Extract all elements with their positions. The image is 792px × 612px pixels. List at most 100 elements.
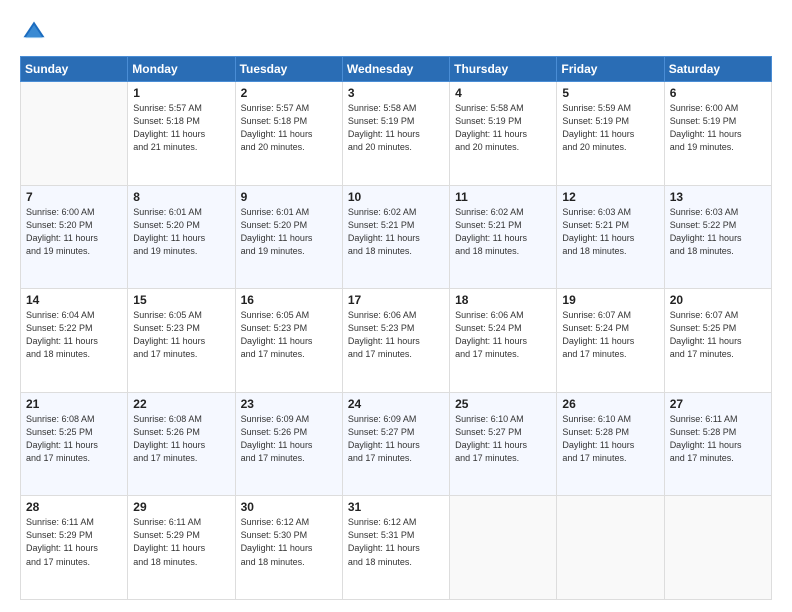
day-detail: Sunrise: 6:10 AM Sunset: 5:27 PM Dayligh… (455, 413, 551, 465)
day-detail: Sunrise: 6:06 AM Sunset: 5:23 PM Dayligh… (348, 309, 444, 361)
day-detail: Sunrise: 5:57 AM Sunset: 5:18 PM Dayligh… (133, 102, 229, 154)
day-detail: Sunrise: 6:11 AM Sunset: 5:28 PM Dayligh… (670, 413, 766, 465)
day-detail: Sunrise: 6:03 AM Sunset: 5:22 PM Dayligh… (670, 206, 766, 258)
day-detail: Sunrise: 6:11 AM Sunset: 5:29 PM Dayligh… (133, 516, 229, 568)
calendar-cell: 12Sunrise: 6:03 AM Sunset: 5:21 PM Dayli… (557, 185, 664, 289)
day-detail: Sunrise: 6:09 AM Sunset: 5:26 PM Dayligh… (241, 413, 337, 465)
calendar-cell (664, 496, 771, 600)
day-detail: Sunrise: 6:07 AM Sunset: 5:25 PM Dayligh… (670, 309, 766, 361)
calendar-cell (450, 496, 557, 600)
day-number: 22 (133, 397, 229, 411)
day-detail: Sunrise: 6:12 AM Sunset: 5:30 PM Dayligh… (241, 516, 337, 568)
calendar-cell: 27 Sunrise: 6:11 AM Sunset: 5:28 PM Dayli… (664, 392, 771, 496)
calendar-week-4: 21Sunrise: 6:08 AM Sunset: 5:25 PM Dayli… (21, 392, 772, 496)
day-detail: Sunrise: 6:08 AM Sunset: 5:26 PM Dayligh… (133, 413, 229, 465)
day-detail: Sunrise: 6:04 AM Sunset: 5:22 PM Dayligh… (26, 309, 122, 361)
day-number: 18 (455, 293, 551, 307)
calendar-cell: 9 Sunrise: 6:01 AM Sunset: 5:20 PM Daylig… (235, 185, 342, 289)
calendar-cell: 5 Sunrise: 5:59 AM Sunset: 5:19 PM Daylig… (557, 82, 664, 186)
day-detail: Sunrise: 6:07 AM Sunset: 5:24 PM Dayligh… (562, 309, 658, 361)
day-detail: Sunrise: 6:06 AM Sunset: 5:24 PM Dayligh… (455, 309, 551, 361)
calendar-cell: 17 Sunrise: 6:06 AM Sunset: 5:23 PM Dayli… (342, 289, 449, 393)
page: SundayMondayTuesdayWednesdayThursdayFrid… (0, 0, 792, 612)
calendar-cell: 14Sunrise: 6:04 AM Sunset: 5:22 PM Dayli… (21, 289, 128, 393)
calendar-cell: 11Sunrise: 6:02 AM Sunset: 5:21 PM Dayli… (450, 185, 557, 289)
calendar-cell: 2 Sunrise: 5:57 AM Sunset: 5:18 PM Daylig… (235, 82, 342, 186)
day-number: 13 (670, 190, 766, 204)
calendar-cell: 21Sunrise: 6:08 AM Sunset: 5:25 PM Dayli… (21, 392, 128, 496)
calendar-cell: 31 Sunrise: 6:12 AM Sunset: 5:31 PM Dayli… (342, 496, 449, 600)
day-number: 5 (562, 86, 658, 100)
day-detail: Sunrise: 6:05 AM Sunset: 5:23 PM Dayligh… (241, 309, 337, 361)
calendar-cell: 1 Sunrise: 5:57 AM Sunset: 5:18 PM Daylig… (128, 82, 235, 186)
calendar-cell: 3Sunrise: 5:58 AM Sunset: 5:19 PM Daylig… (342, 82, 449, 186)
day-detail: Sunrise: 6:03 AM Sunset: 5:21 PM Dayligh… (562, 206, 658, 258)
calendar-header-wednesday: Wednesday (342, 57, 449, 82)
calendar-week-3: 14Sunrise: 6:04 AM Sunset: 5:22 PM Dayli… (21, 289, 772, 393)
day-number: 19 (562, 293, 658, 307)
day-number: 15 (133, 293, 229, 307)
day-detail: Sunrise: 5:58 AM Sunset: 5:19 PM Dayligh… (348, 102, 444, 154)
calendar-header-sunday: Sunday (21, 57, 128, 82)
calendar-header-tuesday: Tuesday (235, 57, 342, 82)
day-number: 31 (348, 500, 444, 514)
day-number: 26 (562, 397, 658, 411)
day-number: 27 (670, 397, 766, 411)
logo-icon (20, 18, 48, 46)
day-detail: Sunrise: 6:01 AM Sunset: 5:20 PM Dayligh… (241, 206, 337, 258)
day-number: 10 (348, 190, 444, 204)
day-detail: Sunrise: 5:58 AM Sunset: 5:19 PM Dayligh… (455, 102, 551, 154)
calendar-cell: 15Sunrise: 6:05 AM Sunset: 5:23 PM Dayli… (128, 289, 235, 393)
day-detail: Sunrise: 6:02 AM Sunset: 5:21 PM Dayligh… (455, 206, 551, 258)
day-detail: Sunrise: 6:02 AM Sunset: 5:21 PM Dayligh… (348, 206, 444, 258)
day-detail: Sunrise: 6:09 AM Sunset: 5:27 PM Dayligh… (348, 413, 444, 465)
day-number: 29 (133, 500, 229, 514)
calendar-cell: 28 Sunrise: 6:11 AM Sunset: 5:29 PM Dayli… (21, 496, 128, 600)
day-detail: Sunrise: 5:59 AM Sunset: 5:19 PM Dayligh… (562, 102, 658, 154)
day-number: 16 (241, 293, 337, 307)
day-number: 4 (455, 86, 551, 100)
calendar-week-5: 28 Sunrise: 6:11 AM Sunset: 5:29 PM Dayli… (21, 496, 772, 600)
day-number: 2 (241, 86, 337, 100)
day-number: 7 (26, 190, 122, 204)
calendar-cell: 22 Sunrise: 6:08 AM Sunset: 5:26 PM Dayli… (128, 392, 235, 496)
calendar-cell: 7Sunrise: 6:00 AM Sunset: 5:20 PM Daylig… (21, 185, 128, 289)
calendar-cell: 23 Sunrise: 6:09 AM Sunset: 5:26 PM Dayli… (235, 392, 342, 496)
day-detail: Sunrise: 6:01 AM Sunset: 5:20 PM Dayligh… (133, 206, 229, 258)
day-detail: Sunrise: 6:00 AM Sunset: 5:19 PM Dayligh… (670, 102, 766, 154)
calendar-cell: 6 Sunrise: 6:00 AM Sunset: 5:19 PM Daylig… (664, 82, 771, 186)
header (20, 18, 772, 46)
day-number: 1 (133, 86, 229, 100)
day-detail: Sunrise: 6:11 AM Sunset: 5:29 PM Dayligh… (26, 516, 122, 568)
calendar-header-saturday: Saturday (664, 57, 771, 82)
calendar-cell: 10 Sunrise: 6:02 AM Sunset: 5:21 PM Dayli… (342, 185, 449, 289)
day-number: 9 (241, 190, 337, 204)
calendar-cell: 25 Sunrise: 6:10 AM Sunset: 5:27 PM Dayli… (450, 392, 557, 496)
calendar-cell: 8Sunrise: 6:01 AM Sunset: 5:20 PM Daylig… (128, 185, 235, 289)
calendar-cell: 20Sunrise: 6:07 AM Sunset: 5:25 PM Dayli… (664, 289, 771, 393)
day-number: 25 (455, 397, 551, 411)
day-number: 23 (241, 397, 337, 411)
day-number: 6 (670, 86, 766, 100)
day-number: 30 (241, 500, 337, 514)
calendar-cell (21, 82, 128, 186)
calendar-header-monday: Monday (128, 57, 235, 82)
calendar-cell: 19 Sunrise: 6:07 AM Sunset: 5:24 PM Dayli… (557, 289, 664, 393)
calendar-header-row: SundayMondayTuesdayWednesdayThursdayFrid… (21, 57, 772, 82)
calendar-week-1: 1 Sunrise: 5:57 AM Sunset: 5:18 PM Daylig… (21, 82, 772, 186)
calendar-cell: 26 Sunrise: 6:10 AM Sunset: 5:28 PM Dayli… (557, 392, 664, 496)
day-number: 17 (348, 293, 444, 307)
day-detail: Sunrise: 5:57 AM Sunset: 5:18 PM Dayligh… (241, 102, 337, 154)
calendar-table: SundayMondayTuesdayWednesdayThursdayFrid… (20, 56, 772, 600)
day-detail: Sunrise: 6:12 AM Sunset: 5:31 PM Dayligh… (348, 516, 444, 568)
day-detail: Sunrise: 6:10 AM Sunset: 5:28 PM Dayligh… (562, 413, 658, 465)
calendar-header-thursday: Thursday (450, 57, 557, 82)
calendar-cell: 13 Sunrise: 6:03 AM Sunset: 5:22 PM Dayli… (664, 185, 771, 289)
calendar-cell: 16 Sunrise: 6:05 AM Sunset: 5:23 PM Dayli… (235, 289, 342, 393)
logo (20, 18, 52, 46)
calendar-cell: 18 Sunrise: 6:06 AM Sunset: 5:24 PM Dayli… (450, 289, 557, 393)
day-number: 28 (26, 500, 122, 514)
calendar-header-friday: Friday (557, 57, 664, 82)
calendar-cell: 29 Sunrise: 6:11 AM Sunset: 5:29 PM Dayli… (128, 496, 235, 600)
day-number: 24 (348, 397, 444, 411)
